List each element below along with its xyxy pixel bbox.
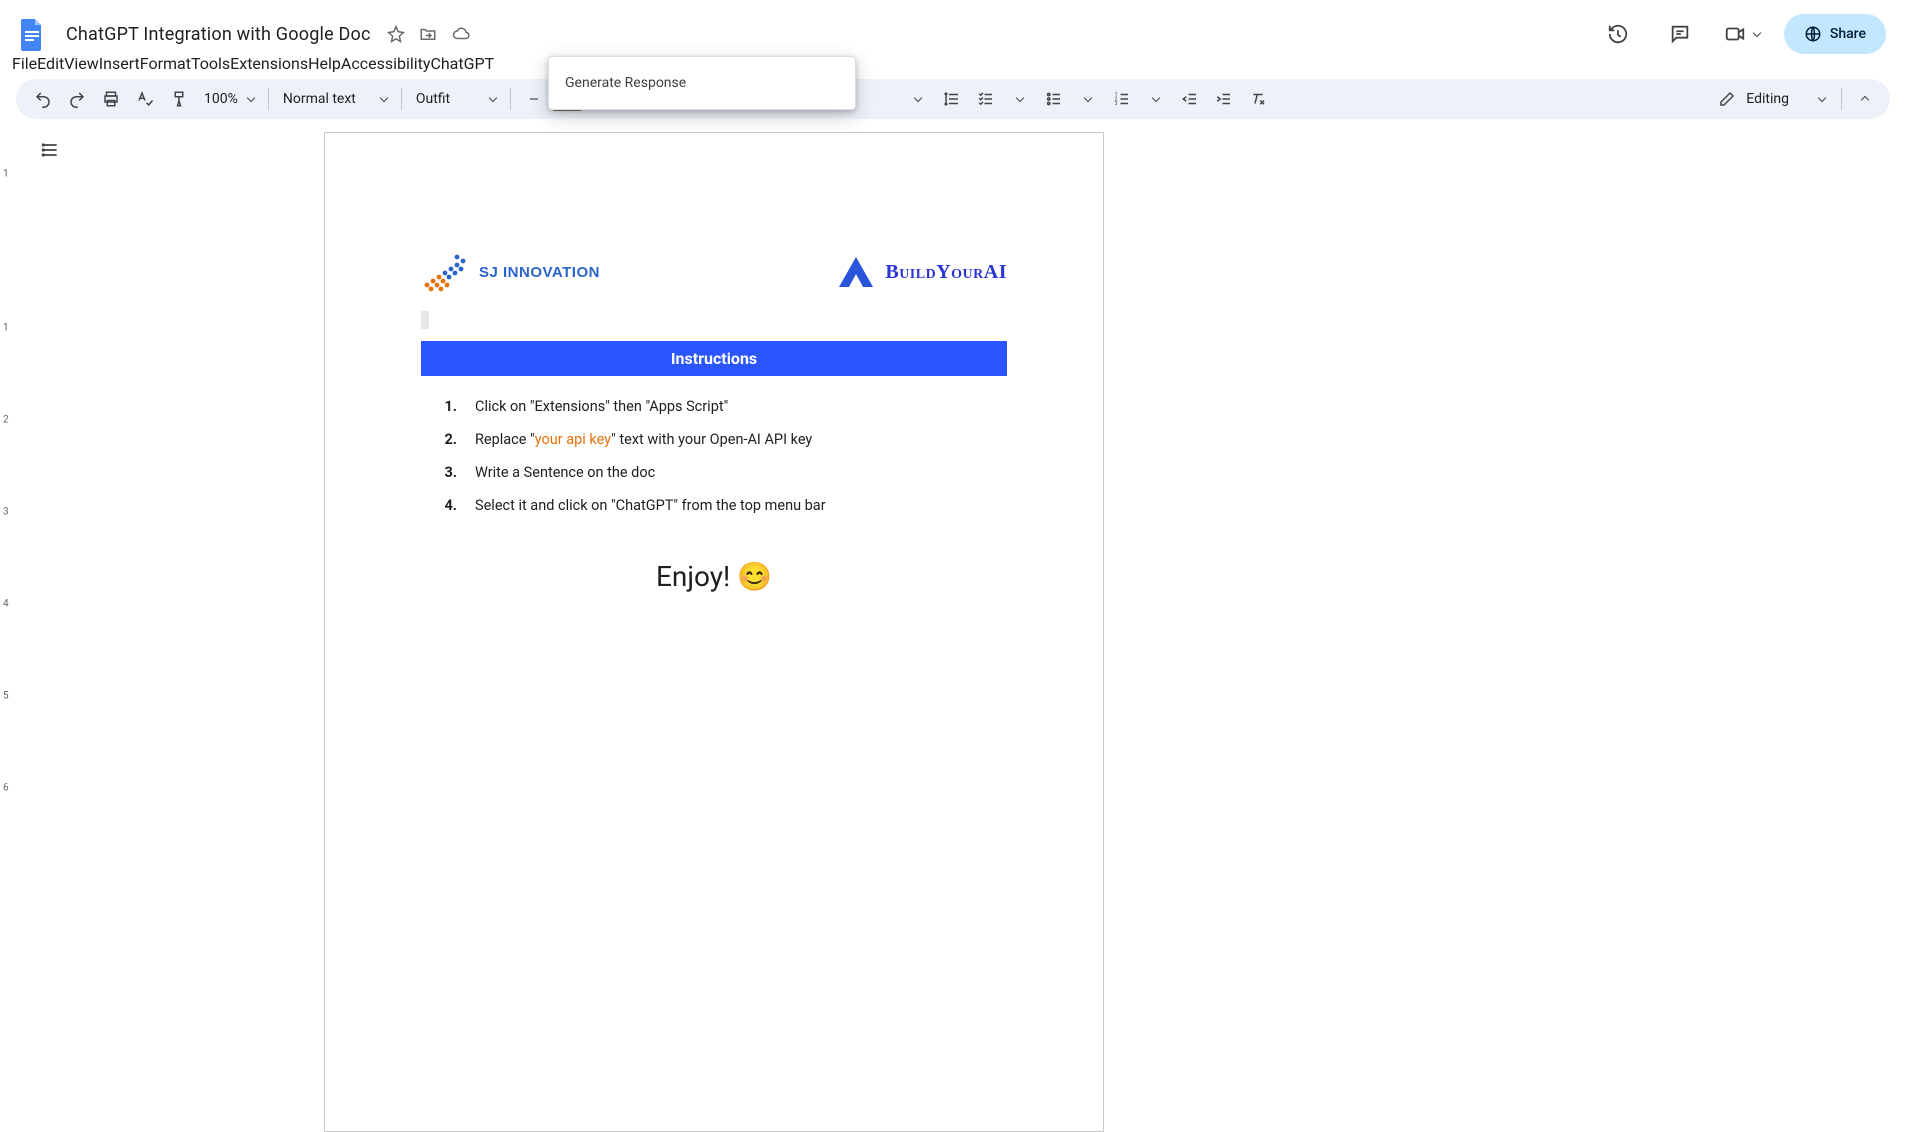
chatgpt-generate-item[interactable]: Generate Response: [549, 63, 855, 103]
comments-icon[interactable]: [1660, 14, 1700, 54]
align-dropdown[interactable]: [903, 84, 933, 114]
numbered-list-button[interactable]: 123: [1107, 84, 1137, 114]
toolbar: 100% Normal text Outfit 11 123 Editing: [16, 79, 1890, 119]
history-icon[interactable]: [1598, 14, 1638, 54]
checklist-caret[interactable]: [1005, 84, 1035, 114]
linespacing-button[interactable]: [937, 84, 967, 114]
svg-text:3: 3: [1114, 101, 1117, 107]
document-page[interactable]: SJ INNOVATION BuildYourAI Instructions 1…: [324, 132, 1104, 1132]
paint-format-button[interactable]: [164, 84, 194, 114]
list-item: 4.Select it and click on "ChatGPT" from …: [441, 489, 1007, 522]
indent-inc-button[interactable]: [1209, 84, 1239, 114]
instructions-list: 1.Click on "Extensions" then "Apps Scrip…: [421, 390, 1007, 522]
sj-innovation-logo: SJ INNOVATION: [421, 251, 600, 293]
numbered-caret[interactable]: [1141, 84, 1171, 114]
zoom-dropdown[interactable]: 100%: [196, 91, 262, 107]
menu-file[interactable]: File: [12, 54, 37, 73]
menu-view[interactable]: View: [64, 54, 99, 73]
clear-format-button[interactable]: [1243, 84, 1273, 114]
spellcheck-button[interactable]: [130, 84, 160, 114]
checklist-button[interactable]: [971, 84, 1001, 114]
vertical-ruler[interactable]: 1 1 2 3 4 5 6: [0, 116, 16, 1080]
meet-button[interactable]: [1722, 14, 1762, 54]
indent-dec-button[interactable]: [1175, 84, 1205, 114]
instructions-header: Instructions: [421, 341, 1007, 376]
collapse-toolbar-button[interactable]: [1850, 84, 1880, 114]
list-item: 2.Replace "your api key" text with your …: [441, 423, 1007, 456]
menu-help[interactable]: Help: [308, 54, 341, 73]
styles-dropdown[interactable]: Normal text: [275, 91, 395, 107]
document-title[interactable]: ChatGPT Integration with Google Doc: [60, 22, 377, 47]
undo-button[interactable]: [28, 84, 58, 114]
menu-insert[interactable]: Insert: [99, 54, 140, 73]
menu-edit[interactable]: Edit: [37, 54, 64, 73]
menu-tools[interactable]: Tools: [191, 54, 230, 73]
bulleted-caret[interactable]: [1073, 84, 1103, 114]
menu-chatgpt[interactable]: ChatGPT: [430, 54, 494, 73]
star-icon[interactable]: [387, 25, 405, 43]
buildyourai-logo: BuildYourAI: [839, 257, 1007, 287]
editing-mode-dropdown[interactable]: Editing: [1710, 90, 1833, 108]
move-icon[interactable]: [419, 25, 437, 43]
list-item: 1.Click on "Extensions" then "Apps Scrip…: [441, 390, 1007, 423]
menu-accessibility[interactable]: Accessibility: [341, 54, 431, 73]
redo-button[interactable]: [62, 84, 92, 114]
share-button[interactable]: Share: [1784, 14, 1886, 54]
share-label: Share: [1830, 26, 1866, 42]
menu-extensions[interactable]: Extensions: [230, 54, 308, 73]
cloud-saved-icon[interactable]: [451, 25, 471, 43]
font-dropdown[interactable]: Outfit: [408, 91, 504, 107]
menu-format[interactable]: Format: [140, 54, 191, 73]
fontsize-dec[interactable]: [519, 84, 549, 114]
list-item: 3.Write a Sentence on the doc: [441, 456, 1007, 489]
text-cursor: [421, 311, 429, 329]
bulleted-list-button[interactable]: [1039, 84, 1069, 114]
print-button[interactable]: [96, 84, 126, 114]
enjoy-text: Enjoy! 😊: [421, 560, 1007, 593]
docs-logo[interactable]: [12, 14, 52, 54]
chatgpt-menu-popup: Generate Response: [548, 56, 856, 110]
